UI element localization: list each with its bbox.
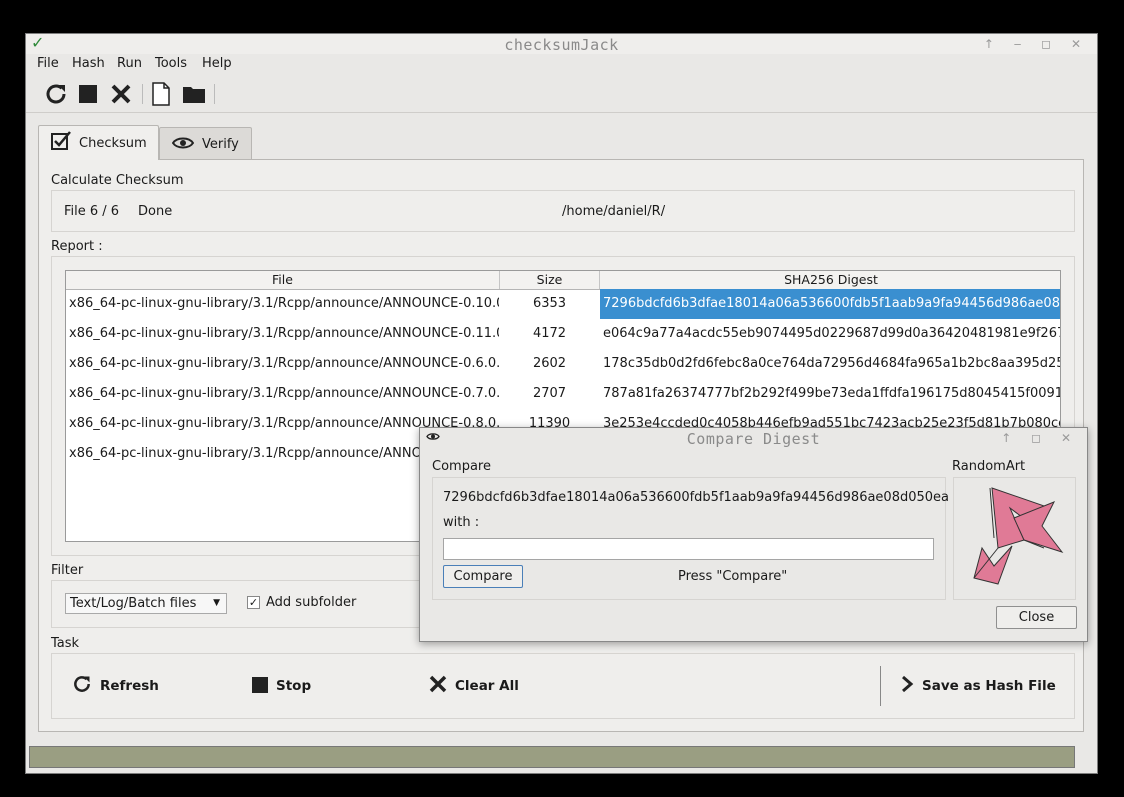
toolbar-separator <box>142 84 143 104</box>
cell-size: 2707 <box>532 386 567 401</box>
randomart-box <box>953 477 1076 600</box>
stop-icon <box>252 674 268 698</box>
menu-tools[interactable]: Tools <box>155 56 187 71</box>
menu-file[interactable]: File <box>37 56 59 71</box>
cell-size: 4172 <box>532 326 567 341</box>
tab-label: Checksum <box>79 135 147 151</box>
toolbar-separator <box>214 84 215 104</box>
filter-heading: Filter <box>51 563 84 578</box>
tab-checksum[interactable]: Checksum <box>38 125 159 160</box>
table-header: File Size SHA256 Digest <box>66 271 1060 290</box>
save-hash-label: Save as Hash File <box>922 678 1056 694</box>
report-heading: Report : <box>51 239 103 254</box>
cell-digest: e064c9a77a4acdc55eb9074495d0229687d99d0a… <box>603 326 1061 341</box>
table-row[interactable]: x86_64-pc-linux-gnu-library/3.1/Rcpp/ann… <box>66 379 1060 409</box>
status-text: Done <box>138 204 173 219</box>
file-counter: File 6 / 6 <box>64 204 120 219</box>
menu-hash[interactable]: Hash <box>72 56 105 71</box>
table-row[interactable]: x86_64-pc-linux-gnu-library/3.1/Rcpp/ann… <box>66 349 1060 379</box>
clear-all-button[interactable]: Clear All <box>429 674 519 698</box>
compare-digest-dialog: Compare Digest ↑ ◻ ✕ Compare 7296bdcfd6b… <box>419 427 1088 642</box>
title-bar[interactable]: ✓ checksumJack ↑ ‒ ◻ ✕ <box>26 33 1097 54</box>
file-type-value: Text/Log/Batch files <box>70 596 197 611</box>
folder-icon[interactable] <box>180 80 208 108</box>
column-file[interactable]: File <box>66 271 500 289</box>
menu-run[interactable]: Run <box>117 56 142 71</box>
stop-label: Stop <box>276 678 312 694</box>
table-row[interactable]: x86_64-pc-linux-gnu-library/3.1/Rcpp/ann… <box>66 289 1060 319</box>
toolbar <box>26 76 1097 113</box>
menu-bar: File Hash Run Tools Help <box>26 54 1097 74</box>
cell-digest: 7296bdcfd6b3dfae18014a06a536600fdb5f1aab… <box>600 289 1060 319</box>
dialog-window-controls[interactable]: ↑ ◻ ✕ <box>1001 431 1079 445</box>
column-digest[interactable]: SHA256 Digest <box>600 271 1060 289</box>
menu-help[interactable]: Help <box>202 56 232 71</box>
save-hash-button[interactable]: Save as Hash File <box>900 674 1056 698</box>
refresh-button[interactable]: Refresh <box>72 674 159 698</box>
close-icon <box>429 674 447 698</box>
main-window: ✓ checksumJack ↑ ‒ ◻ ✕ File Hash Run Too… <box>25 33 1098 774</box>
compare-button[interactable]: Compare <box>443 565 523 588</box>
compare-heading: Compare <box>432 459 491 474</box>
cell-file: x86_64-pc-linux-gnu-library/3.1/Rcpp/ann… <box>69 296 499 311</box>
cell-file: x86_64-pc-linux-gnu-library/3.1/Rcpp/ann… <box>69 326 499 341</box>
refresh-icon <box>72 674 92 699</box>
stop-button[interactable]: Stop <box>252 674 311 698</box>
file-type-select[interactable]: Text/Log/Batch files ▼ <box>65 593 227 614</box>
chevron-right-icon <box>900 674 914 698</box>
new-file-icon[interactable] <box>147 80 175 108</box>
compare-digest-value: 7296bdcfd6b3dfae18014a06a536600fdb5f1aab… <box>443 490 949 505</box>
task-heading: Task <box>51 636 80 651</box>
window-title: checksumJack <box>504 36 619 54</box>
cell-digest: 787a81fa26374777bf2b292f499be73eda1ffdfa… <box>603 386 1061 401</box>
cell-file: x86_64-pc-linux-gnu-library/3.1/Rcpp/ann… <box>69 386 499 401</box>
close-icon[interactable] <box>107 80 135 108</box>
refresh-icon[interactable] <box>42 80 70 108</box>
chevron-down-icon: ▼ <box>213 598 220 608</box>
calculate-heading: Calculate Checksum <box>51 173 184 188</box>
window-controls[interactable]: ↑ ‒ ◻ ✕ <box>984 37 1089 51</box>
clear-all-label: Clear All <box>455 678 519 694</box>
eye-icon <box>171 134 195 155</box>
current-path: /home/daniel/R/ <box>562 204 666 219</box>
stop-icon[interactable] <box>74 80 102 108</box>
close-button[interactable]: Close <box>996 606 1077 629</box>
compare-with-input[interactable] <box>443 538 934 560</box>
table-row[interactable]: x86_64-pc-linux-gnu-library/3.1/Rcpp/ann… <box>66 319 1060 349</box>
task-separator <box>880 666 881 706</box>
tab-label: Verify <box>202 136 239 152</box>
with-label: with : <box>443 515 480 530</box>
cell-file: x86_64-pc-linux-gnu-library/3.1/Rcpp/ann… <box>69 356 499 371</box>
cell-size: 6353 <box>532 296 567 311</box>
subfolder-checkbox[interactable]: ✓ <box>247 596 260 609</box>
refresh-label: Refresh <box>100 678 159 694</box>
compare-status: Press "Compare" <box>678 569 788 584</box>
randomart-image <box>973 487 1064 585</box>
randomart-heading: RandomArt <box>952 459 1026 474</box>
column-size[interactable]: Size <box>500 271 600 289</box>
dialog-title: Compare Digest <box>686 430 821 448</box>
progress-bar <box>29 746 1075 768</box>
tab-verify[interactable]: Verify <box>159 127 252 160</box>
cell-size: 2602 <box>532 356 567 371</box>
checkbox-icon <box>51 130 71 156</box>
cell-digest: 178c35db0d2fd6febc8a0ce764da72956d4684fa… <box>603 356 1061 371</box>
subfolder-label: Add subfolder <box>266 595 357 610</box>
calculate-status-box: File 6 / 6 Done /home/daniel/R/ <box>51 190 1075 232</box>
